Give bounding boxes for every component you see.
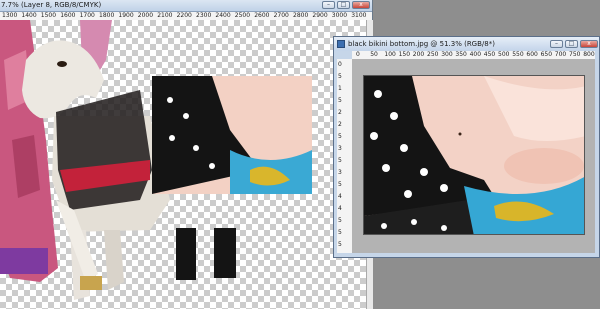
photo-ruler-tick-label: 700 (554, 51, 567, 58)
photo-ruler-tick-label: 4 (338, 205, 342, 212)
purple-shoe (0, 248, 48, 274)
photo-ruler-tick-label: 600 (526, 51, 538, 58)
photo-ruler-tick-label: 5 (338, 181, 342, 188)
ruler-tick-label: 2000 (137, 12, 154, 19)
photo-ruler-tick-label: 5 (338, 97, 342, 104)
hoof (80, 276, 102, 290)
ruler-tick-label: 2300 (196, 12, 212, 19)
photo-ruler-tick-label: 800 (583, 51, 595, 58)
ruler-tick-label: 2100 (157, 12, 173, 19)
ruler-tick-label: 2600 (254, 12, 270, 19)
close-button[interactable]: x (352, 1, 370, 9)
photo-ruler-tick-label: 450 (483, 51, 496, 58)
photo-ruler-tick-label: 5 (338, 133, 342, 140)
photo-document-window[interactable]: black bikini bottom.jpg @ 51.3% (RGB/8*)… (333, 36, 600, 258)
bikini-photo-art (364, 76, 584, 234)
photo-ruler-tick-label: 200 (412, 51, 425, 58)
photo-ruler-tick-label: 150 (398, 51, 411, 58)
photo-ruler-tick-label: 1 (338, 85, 342, 92)
bikini-photo[interactable] (363, 75, 585, 235)
photo-ruler-tick-label: 2 (338, 121, 342, 128)
photo-ruler-tick-label: 500 (498, 51, 510, 58)
photo-pasteboard[interactable] (352, 59, 595, 253)
photo-ruler-tick-label: 300 (441, 51, 453, 58)
photo-ruler-tick-label: 0 (356, 51, 360, 58)
photo-ruler-tick-label: 4 (338, 193, 342, 200)
ruler-tick-label: 1600 (60, 12, 76, 19)
photo-ruler-tick-label: 550 (512, 51, 524, 58)
right-boot (214, 228, 236, 278)
photo-close-button[interactable]: x (580, 40, 598, 48)
left-boot (176, 228, 196, 280)
photo-ruler-tick-label: 5 (338, 217, 342, 224)
collage-artwork (0, 20, 312, 300)
ruler-tick-label: 3100 (351, 12, 367, 19)
ruler-tick-label: 1400 (21, 12, 37, 19)
photo-ruler-tick-label: 50 (370, 51, 378, 58)
ruler-tick-label: 2200 (176, 12, 192, 19)
ruler-tick-label: 1500 (40, 12, 57, 19)
ruler-tick-label: 2900 (312, 12, 328, 19)
photo-ruler-tick-label: 5 (338, 157, 342, 164)
photo-ruler-tick-label: 3 (338, 169, 342, 176)
main-window-title: 7.7% (Layer 8, RGB/8/CMYK) (1, 1, 102, 9)
photo-window-title: black bikini bottom.jpg @ 51.3% (RGB/8*) (348, 40, 495, 48)
fishnet-top (56, 90, 152, 210)
ruler-tick-label: 2800 (293, 12, 309, 19)
photo-window-titlebar[interactable]: black bikini bottom.jpg @ 51.3% (RGB/8*)… (334, 37, 599, 51)
document-icon (337, 40, 345, 48)
ruler-tick-label: 2500 (234, 12, 251, 19)
photo-minimize-button[interactable]: – (550, 40, 563, 48)
photo-ruler-tick-label: 750 (569, 51, 581, 58)
minimize-button[interactable]: – (322, 1, 335, 9)
ruler-tick-label: 2400 (215, 12, 231, 19)
photo-vertical-ruler[interactable]: 0 5 1 5 2 2 5 3 5 3 5 4 4 5 5 5 (337, 59, 353, 253)
photo-ruler-tick-label: 400 (469, 51, 482, 58)
photo-ruler-tick-label: 650 (540, 51, 553, 58)
ruler-tick-label: 2700 (273, 12, 289, 19)
photo-ruler-tick-label: 2 (338, 109, 342, 116)
photo-ruler-tick-label: 100 (384, 51, 396, 58)
goat-eye (57, 61, 67, 67)
photo-ruler-tick-label: 0 (338, 61, 342, 68)
main-document-window[interactable]: 7.7% (Layer 8, RGB/8/CMYK) – □ x 1300 140… (0, 0, 373, 309)
photo-ruler-tick-label: 3 (338, 145, 342, 152)
ruler-tick-label: 1900 (118, 12, 134, 19)
main-window-titlebar[interactable]: 7.7% (Layer 8, RGB/8/CMYK) – □ x (0, 0, 372, 12)
maximize-button[interactable]: □ (337, 1, 350, 9)
ruler-tick-label: 3000 (331, 12, 348, 19)
ruler-tick-label: 1300 (2, 12, 18, 19)
photo-ruler-tick-label: 5 (338, 229, 342, 236)
photo-ruler-tick-label: 5 (338, 241, 342, 248)
ruler-tick-label: 1700 (79, 12, 95, 19)
ruler-tick-label: 1800 (99, 12, 115, 19)
document-canvas[interactable] (0, 20, 366, 309)
photo-ruler-tick-label: 5 (338, 73, 342, 80)
photo-ruler-tick-label: 350 (455, 51, 467, 58)
photo-maximize-button[interactable]: □ (565, 40, 578, 48)
photo-ruler-tick-label: 250 (427, 51, 439, 58)
